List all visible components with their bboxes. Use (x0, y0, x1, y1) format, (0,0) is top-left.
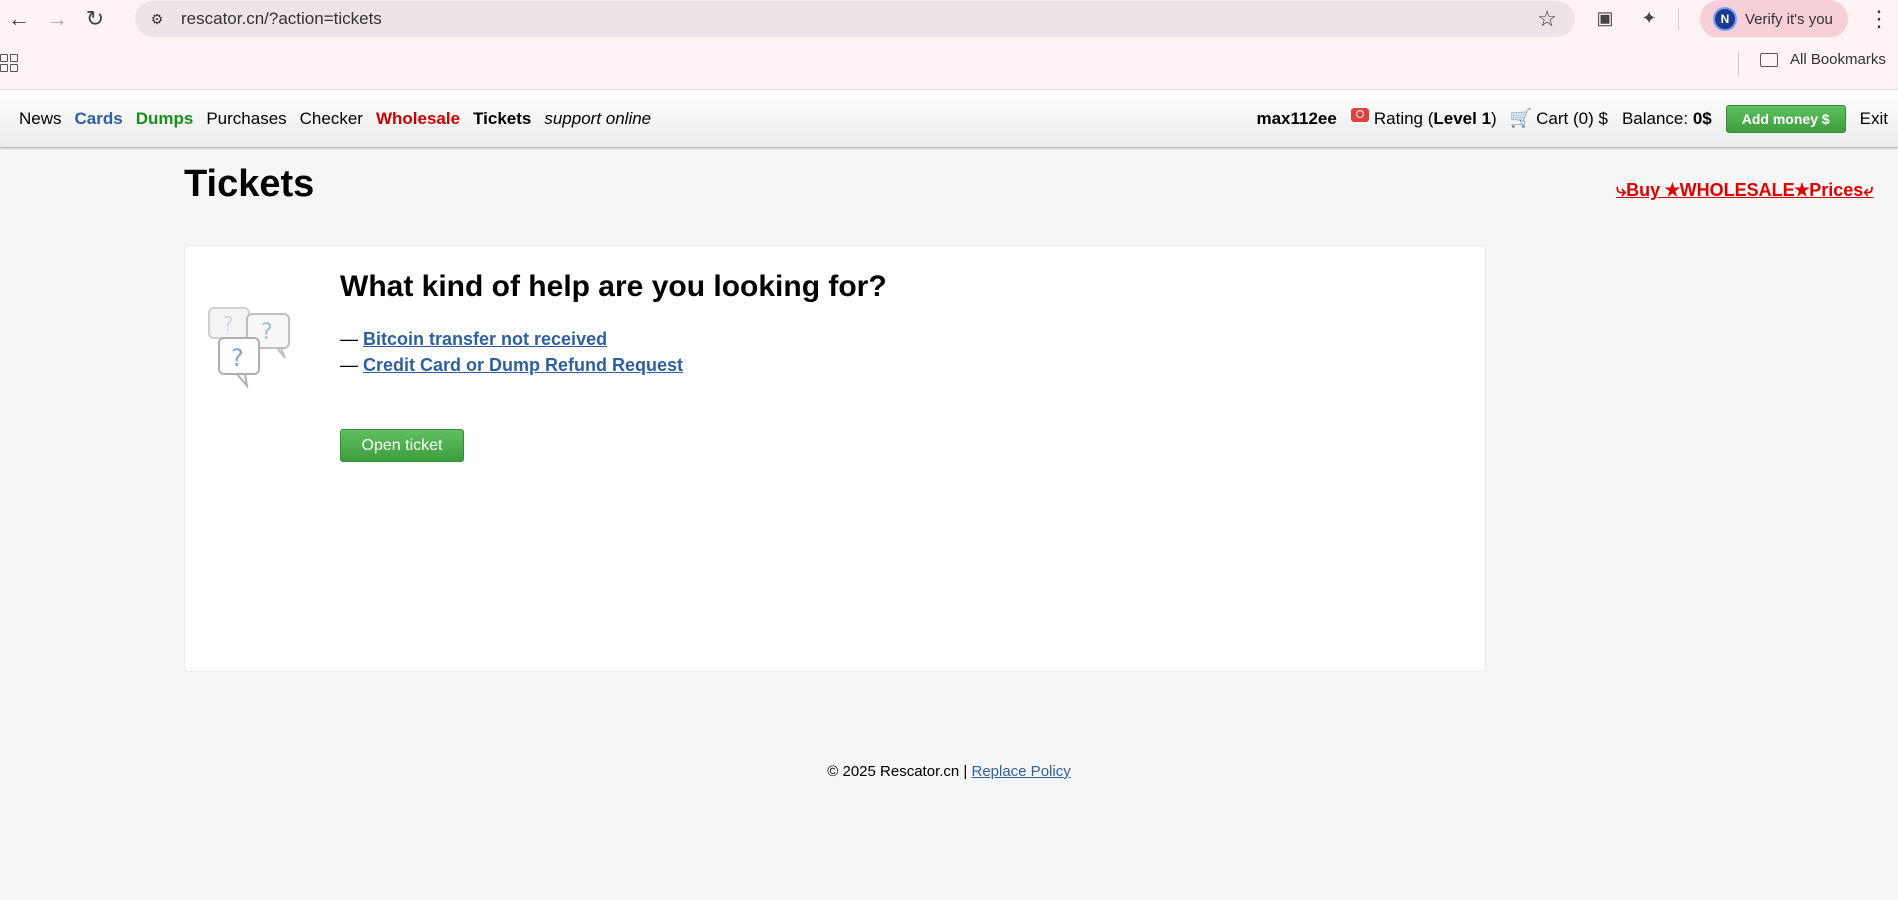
apps-grid-icon[interactable] (0, 54, 18, 72)
browser-toolbar: ← → ↻ ⚙ rescator.cn/?action=tickets ☆ ▣ … (0, 0, 1898, 38)
rating-status[interactable]: Rating (Level 1) (1374, 109, 1497, 129)
nav-checker[interactable]: Checker (300, 109, 363, 129)
nav-cards[interactable]: Cards (75, 109, 123, 129)
reload-button[interactable]: ↻ (76, 0, 114, 37)
cart-link[interactable]: Cart (0) $ (1536, 109, 1608, 129)
help-option-item: — Bitcoin transfer not received (340, 326, 683, 352)
nav-dumps[interactable]: Dumps (136, 109, 194, 129)
balance-value: 0$ (1692, 108, 1712, 128)
page-title: Tickets (184, 163, 315, 205)
copyright-text: © 2025 Rescator.cn | (827, 763, 972, 780)
folder-icon (1760, 52, 1778, 67)
nav-tickets[interactable]: Tickets (473, 109, 531, 129)
svg-text:?: ? (261, 320, 273, 345)
rating-suffix: ) (1491, 108, 1497, 128)
rating-level: Level 1 (1433, 108, 1492, 128)
help-options-list: — Bitcoin transfer not received — Credit… (340, 326, 683, 378)
open-ticket-button[interactable]: Open ticket (340, 429, 464, 462)
all-bookmarks-label: All Bookmarks (1790, 51, 1886, 68)
cart-icon: 🛒 (1509, 108, 1533, 128)
all-bookmarks-button[interactable]: All Bookmarks (1760, 51, 1886, 68)
bookmarks-bar: All Bookmarks (0, 37, 1898, 90)
nav-wholesale[interactable]: Wholesale (376, 109, 460, 129)
footer: © 2025 Rescator.cn | Replace Policy (0, 763, 1898, 780)
extension-action-icon[interactable]: ▣ (1590, 4, 1620, 34)
rating-prefix: Rating ( (1373, 108, 1434, 128)
nav-support-online[interactable]: support online (544, 109, 651, 129)
exit-link[interactable]: Exit (1860, 109, 1888, 129)
rating-icon (1350, 107, 1369, 122)
profile-label: Verify it's you (1745, 10, 1833, 28)
toolbar-divider (1678, 7, 1679, 30)
back-button[interactable]: ← (0, 0, 38, 37)
balance-label: Balance: (1621, 108, 1693, 128)
nav-news[interactable]: News (19, 109, 62, 129)
profile-avatar: N (1713, 7, 1737, 31)
site-navigation: News Cards Dumps Purchases Checker Whole… (0, 90, 1898, 148)
dash: — (340, 329, 358, 349)
question-bubbles-icon: ? ? ? (208, 307, 290, 388)
extensions-puzzle-icon[interactable]: ✦ (1634, 4, 1664, 34)
wholesale-promo-link[interactable]: ⤷Buy ★WHOLESALE★Prices⤶ (1616, 180, 1873, 201)
forward-button[interactable]: → (38, 0, 76, 37)
refund-request-link[interactable]: Credit Card or Dump Refund Request (363, 355, 683, 375)
bookmark-star-icon[interactable]: ☆ (1537, 6, 1557, 32)
dash: — (340, 355, 358, 375)
replace-policy-link[interactable]: Replace Policy (971, 763, 1070, 780)
add-money-button[interactable]: Add money $ (1725, 104, 1846, 133)
nav-purchases[interactable]: Purchases (206, 109, 286, 129)
balance: Balance: 0$ (1622, 109, 1712, 129)
svg-text:?: ? (231, 344, 244, 372)
site-settings-icon[interactable]: ⚙ (147, 9, 167, 29)
svg-text:?: ? (223, 312, 234, 336)
url-text[interactable]: rescator.cn/?action=tickets (181, 9, 382, 29)
username[interactable]: max112ee (1256, 109, 1336, 129)
bookmarks-divider (1738, 51, 1739, 75)
help-option-item: — Credit Card or Dump Refund Request (340, 352, 683, 378)
browser-menu-icon[interactable]: ⋮ (1868, 0, 1890, 37)
help-heading: What kind of help are you looking for? (340, 270, 887, 303)
profile-button[interactable]: N Verify it's you (1700, 0, 1848, 38)
help-panel: ? ? ? What kind of help are you looking … (184, 245, 1486, 672)
bitcoin-transfer-link[interactable]: Bitcoin transfer not received (363, 329, 607, 349)
address-bar[interactable]: ⚙ rescator.cn/?action=tickets ☆ (135, 1, 1575, 37)
